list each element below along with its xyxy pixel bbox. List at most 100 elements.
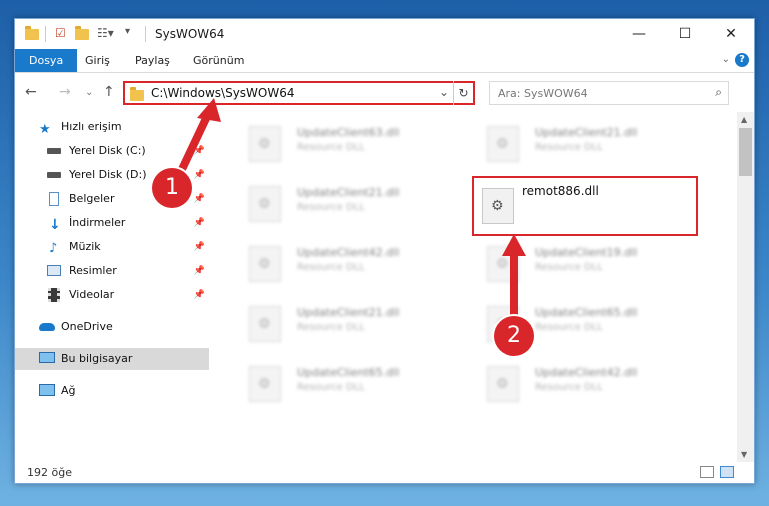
tab-view[interactable]: Görünüm [193,49,244,72]
sidebar-item-downloads[interactable]: ↓ İndirmeler 📌 [15,212,209,234]
new-folder-icon[interactable] [75,26,89,42]
file-item[interactable]: UpdateClient19.dll Resource DLL [477,238,697,288]
file-list: UpdateClient63.dll Resource DLL UpdateCl… [225,112,725,462]
drive-icon [47,148,61,154]
sidebar-item-videos[interactable]: Videolar 📌 [15,284,209,306]
details-view-icon[interactable] [700,466,714,478]
file-name: UpdateClient21.dll [297,186,400,199]
dll-file-icon [482,188,514,224]
highlighted-file-item[interactable]: remot886.dll [472,176,698,236]
file-name: remot886.dll [522,184,599,198]
quick-access-dropdown-icon[interactable]: ▾ [125,26,137,42]
tab-file[interactable]: Dosya [15,49,78,72]
pin-icon[interactable]: 📌 [194,284,205,306]
dll-file-icon [487,246,519,282]
back-button[interactable]: ← [25,84,37,100]
file-item[interactable]: UpdateClient21.dll Resource DLL [477,118,697,168]
folder-icon [130,87,144,101]
pictures-icon [47,265,61,276]
recent-dropdown-icon[interactable]: ⌄ [85,87,93,98]
address-bar[interactable]: C:\Windows\SysWOW64 ⌄ ↻ [123,81,475,105]
forward-button[interactable]: → [59,84,71,100]
chevron-down-icon[interactable]: ⌄ [722,54,730,65]
download-icon: ↓ [49,217,61,233]
file-item[interactable]: UpdateClient63.dll Resource DLL [239,118,459,168]
pin-icon[interactable]: 📌 [194,260,205,282]
dll-file-icon [487,366,519,402]
window-title: SysWOW64 [155,27,225,41]
file-item[interactable]: UpdateClient42.dll Resource DLL [477,358,697,408]
file-item[interactable]: UpdateClient65.dll Resource DLL [239,358,459,408]
file-item[interactable]: UpdateClient21.dll Resource DLL [239,178,459,228]
search-icon[interactable]: ⌕ [715,85,722,100]
sidebar-item-label: Yerel Disk (C:) [69,144,146,157]
sidebar-item-label: Müzik [69,240,101,253]
sidebar-item-label: Ağ [61,384,76,397]
file-name: UpdateClient42.dll [297,246,400,259]
pin-icon[interactable]: 📌 [194,188,205,210]
drive-icon [47,172,61,178]
file-name: UpdateClient42.dll [535,366,638,379]
sidebar-item-label: İndirmeler [69,216,126,229]
file-name: UpdateClient63.dll [297,126,400,139]
navigation-bar: ← → ⌄ ↑ C:\Windows\SysWOW64 ⌄ ↻ Ara: Sys… [15,74,754,112]
dll-file-icon [249,306,281,342]
sidebar-item-network[interactable]: Ağ [15,380,209,402]
customize-icon[interactable]: ☷▾ [97,26,119,42]
address-dropdown-icon[interactable]: ⌄ [439,85,449,99]
sidebar-item-local-disk-c[interactable]: Yerel Disk (C:) 📌 [15,140,209,162]
pin-icon[interactable]: 📌 [194,164,205,186]
pin-icon[interactable]: 📌 [194,236,205,258]
ribbon-tabs: Dosya Giriş Paylaş Görünüm ⌄ ? [15,49,754,73]
file-type: Resource DLL [535,142,603,153]
search-placeholder: Ara: SysWOW64 [498,87,588,100]
maximize-button[interactable]: ☐ [662,19,708,49]
annotation-marker-1: 1 [152,168,192,208]
search-input[interactable]: Ara: SysWOW64 ⌕ [489,81,729,105]
sidebar-item-onedrive[interactable]: OneDrive [15,316,209,338]
pin-icon[interactable]: 📌 [194,140,205,162]
help-icon[interactable]: ? [735,53,749,67]
file-name: UpdateClient19.dll [535,246,638,259]
file-type: Resource DLL [535,262,603,273]
pin-icon[interactable]: 📌 [194,212,205,234]
properties-icon[interactable]: ☑ [55,26,69,42]
documents-icon [49,192,59,206]
file-type: Resource DLL [297,322,365,333]
sidebar-item-label: Bu bilgisayar [61,352,133,365]
address-text[interactable]: C:\Windows\SysWOW64 [151,86,295,100]
status-bar: 192 öğe [15,462,754,483]
minimize-button[interactable]: — [616,19,662,49]
vertical-scrollbar[interactable]: ▲ ▼ [737,112,754,462]
tab-share[interactable]: Paylaş [135,49,170,72]
explorer-window: ☑ ☷▾ ▾ SysWOW64 — ☐ ✕ Dosya Giriş Paylaş… [14,18,755,484]
dll-file-icon [249,246,281,282]
sidebar-item-this-pc[interactable]: Bu bilgisayar [15,348,209,370]
item-count: 192 öğe [27,466,72,479]
sidebar-item-label: Belgeler [69,192,115,205]
file-type: Resource DLL [297,382,365,393]
sidebar-item-pictures[interactable]: Resimler 📌 [15,260,209,282]
divider [45,26,46,42]
sidebar-item-label: Videolar [69,288,115,301]
up-button[interactable]: ↑ [103,84,115,100]
star-icon: ★ [39,122,51,137]
navigation-pane: ★ Hızlı erişim Yerel Disk (C:) 📌 Yerel D… [15,112,209,462]
large-icons-view-icon[interactable] [720,466,734,478]
scroll-up-icon[interactable]: ▲ [741,115,747,124]
sidebar-item-music[interactable]: ♪ Müzik 📌 [15,236,209,258]
music-icon: ♪ [49,241,58,256]
sidebar-item-quick-access[interactable]: ★ Hızlı erişim [15,116,209,138]
dll-file-icon [249,186,281,222]
file-item[interactable]: UpdateClient21.dll Resource DLL [239,298,459,348]
scroll-thumb[interactable] [739,128,752,176]
file-name: UpdateClient65.dll [535,306,638,319]
scroll-down-icon[interactable]: ▼ [741,450,747,459]
divider [145,26,146,42]
file-item[interactable]: UpdateClient42.dll Resource DLL [239,238,459,288]
refresh-icon[interactable]: ↻ [453,81,473,105]
file-type: Resource DLL [535,382,603,393]
file-name: UpdateClient65.dll [297,366,400,379]
close-button[interactable]: ✕ [708,19,754,49]
tab-home[interactable]: Giriş [85,49,110,72]
